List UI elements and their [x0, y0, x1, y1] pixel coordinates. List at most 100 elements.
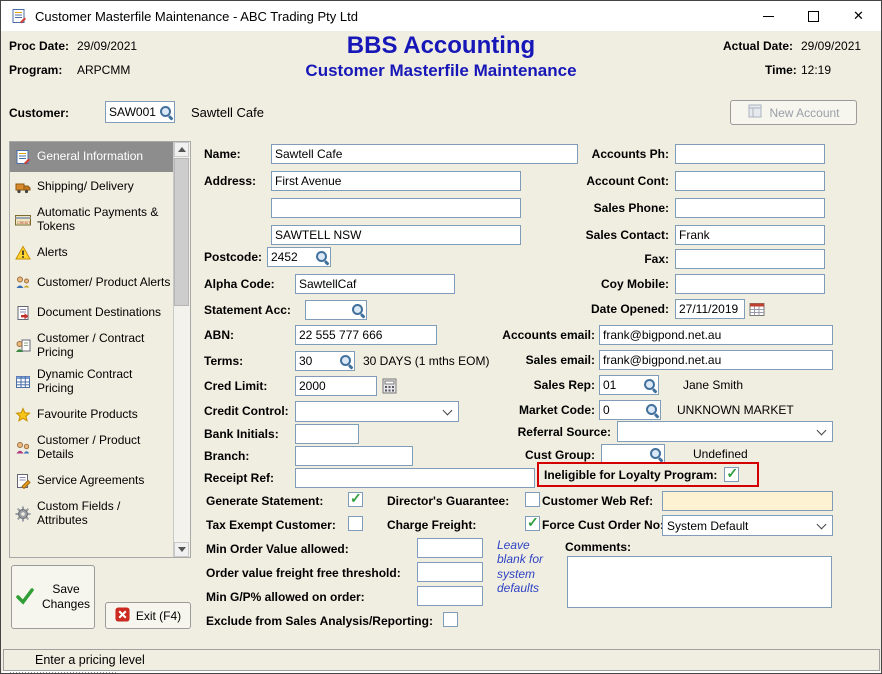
people-icon [14, 440, 32, 456]
comments-textarea[interactable] [567, 556, 832, 608]
exit-button[interactable]: Exit (F4) [105, 602, 191, 629]
min-order-value-input[interactable] [417, 538, 483, 558]
sidebar-list: General Information Shipping/ Delivery C… [10, 142, 174, 557]
sidebar-item-customer-contract-pricing[interactable]: Customer / Contract Pricing [10, 328, 174, 364]
date-opened-input[interactable] [675, 299, 745, 319]
cust-group-field[interactable] [601, 444, 665, 464]
minimize-button[interactable] [746, 1, 791, 31]
sidebar-item-favourite-products[interactable]: Favourite Products [10, 400, 174, 430]
customer-web-ref-input[interactable] [662, 491, 833, 511]
force-cust-order-no-select[interactable]: System Default [662, 515, 833, 536]
statement-acc-search-icon[interactable] [351, 303, 366, 318]
sidebar-item-alerts[interactable]: Alerts [10, 238, 174, 268]
credit-control-select[interactable] [295, 401, 459, 422]
branch-input[interactable] [295, 446, 413, 466]
sales-rep-description: Jane Smith [683, 378, 743, 392]
sales-phone-input[interactable] [675, 198, 825, 218]
coy-mobile-input[interactable] [675, 274, 825, 294]
sales-contact-input[interactable] [675, 225, 825, 245]
postcode-field[interactable]: 2452 [267, 247, 331, 267]
market-code-value[interactable]: 0 [600, 403, 645, 417]
status-bar: Enter a pricing level [3, 649, 880, 671]
status-message: Enter a pricing level [35, 653, 145, 667]
terms-label: Terms: [204, 354, 243, 368]
cred-limit-input[interactable] [295, 376, 377, 396]
sidebar-scrollbar[interactable] [173, 142, 190, 557]
terms-field[interactable]: 30 [295, 351, 355, 371]
calculator-icon[interactable] [380, 377, 398, 395]
customer-code-value[interactable]: SAW001 [106, 105, 159, 119]
loyalty-checkbox[interactable] [724, 467, 739, 482]
alpha-code-input[interactable] [295, 274, 455, 294]
accounts-ph-input[interactable] [675, 144, 825, 164]
min-gp-input[interactable] [417, 586, 483, 606]
star-icon [14, 407, 32, 423]
charge-freight-checkbox[interactable] [525, 516, 540, 531]
sidebar: General Information Shipping/ Delivery C… [9, 141, 191, 558]
address-line2-input[interactable] [271, 198, 521, 218]
sidebar-item-custom-fields-attributes[interactable]: Custom Fields / Attributes [10, 496, 174, 532]
terms-search-icon[interactable] [339, 354, 354, 369]
cust-group-description: Undefined [693, 447, 748, 461]
cred-limit-label: Cred Limit: [204, 379, 267, 393]
sidebar-item-customer-product-alerts[interactable]: Customer/ Product Alerts [10, 268, 174, 298]
customer-code-field[interactable]: SAW001 [105, 101, 175, 123]
referral-source-select[interactable] [617, 421, 833, 442]
scroll-down-icon[interactable] [174, 542, 189, 557]
account-cont-input[interactable] [675, 171, 825, 191]
abn-input[interactable] [295, 325, 437, 345]
customer-search-icon[interactable] [159, 105, 174, 120]
market-code-search-icon[interactable] [645, 403, 660, 418]
sidebar-item-label: Automatic Payments & Tokens [37, 206, 172, 234]
statement-acc-field[interactable] [305, 300, 367, 320]
sales-rep-field[interactable]: 01 [599, 375, 659, 395]
postcode-value[interactable]: 2452 [268, 250, 315, 264]
save-changes-button[interactable]: Save Changes [11, 565, 95, 629]
sales-email-label: Sales email: [481, 353, 595, 367]
force-cust-order-no-value: System Default [667, 519, 748, 533]
exclude-sales-analysis-checkbox[interactable] [443, 612, 458, 627]
postcode-search-icon[interactable] [315, 250, 330, 265]
sidebar-item-service-agreements[interactable]: Service Agreements [10, 466, 174, 496]
freight-free-threshold-input[interactable] [417, 562, 483, 582]
sidebar-item-label: Dynamic Contract Pricing [37, 368, 172, 396]
calendar-icon[interactable] [748, 300, 766, 318]
generate-statement-checkbox[interactable] [348, 492, 363, 507]
app-window: Customer Masterfile Maintenance - ABC Tr… [0, 0, 882, 674]
sales-rep-value[interactable]: 01 [600, 378, 643, 392]
receipt-ref-input[interactable] [295, 468, 535, 488]
sidebar-item-label: Service Agreements [37, 474, 144, 488]
sales-email-input[interactable] [599, 350, 833, 370]
address-line1-input[interactable] [271, 171, 521, 191]
address-line3-input[interactable] [271, 225, 521, 245]
name-input[interactable] [271, 144, 578, 164]
tax-exempt-checkbox[interactable] [348, 516, 363, 531]
account-cont-label: Account Cont: [541, 174, 669, 188]
sidebar-item-dynamic-contract-pricing[interactable]: Dynamic Contract Pricing [10, 364, 174, 400]
scrollbar-thumb[interactable] [174, 158, 189, 306]
sidebar-item-automatic-payments[interactable]: CREDIT Automatic Payments & Tokens [10, 202, 174, 238]
minimize-icon [763, 16, 774, 17]
sidebar-item-label: Favourite Products [37, 408, 138, 422]
accounts-email-input[interactable] [599, 325, 833, 345]
scroll-up-icon[interactable] [174, 142, 189, 157]
maximize-button[interactable] [791, 1, 836, 31]
sidebar-item-general-information[interactable]: General Information [10, 142, 174, 172]
sidebar-item-customer-product-details[interactable]: Customer / Product Details [10, 430, 174, 466]
new-account-button[interactable]: New Account [730, 100, 857, 125]
people-alert-icon [14, 275, 32, 291]
statement-acc-label: Statement Acc: [204, 303, 291, 317]
defaults-note: Leave blank for system defaults [497, 538, 561, 596]
directors-guarantee-checkbox[interactable] [525, 492, 540, 507]
terms-value[interactable]: 30 [296, 354, 339, 368]
market-code-field[interactable]: 0 [599, 400, 661, 420]
sidebar-item-shipping-delivery[interactable]: Shipping/ Delivery [10, 172, 174, 202]
sales-contact-label: Sales Contact: [541, 228, 669, 242]
sales-rep-search-icon[interactable] [643, 378, 658, 393]
sales-phone-label: Sales Phone: [541, 201, 669, 215]
cust-group-search-icon[interactable] [649, 447, 664, 462]
bank-initials-input[interactable] [295, 424, 359, 444]
close-button[interactable] [836, 1, 881, 31]
sidebar-item-document-destinations[interactable]: Document Destinations [10, 298, 174, 328]
fax-input[interactable] [675, 249, 825, 269]
